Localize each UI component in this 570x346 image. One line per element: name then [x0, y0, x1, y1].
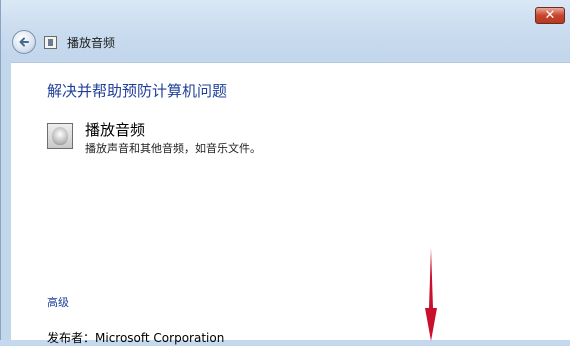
back-button[interactable]: [12, 30, 36, 54]
annotation-arrow-icon: [425, 248, 437, 341]
advanced-link[interactable]: 高级: [47, 294, 69, 310]
speaker-icon: [47, 123, 73, 149]
content-pane: 解决并帮助预防计算机问题 播放音频 播放声音和其他音频，如音乐文件。 高级 发布…: [11, 62, 570, 345]
close-icon: ✕: [544, 8, 556, 23]
page-heading: 解决并帮助预防计算机问题: [47, 82, 228, 100]
troubleshooter-window: ✕ 播放音频 解决并帮助预防计算机问题 播放音频 播放声音和其他音频，如音乐文件…: [0, 0, 570, 345]
close-button[interactable]: ✕: [535, 7, 565, 24]
troubleshooter-icon: [44, 36, 57, 49]
item-title: 播放音频: [85, 121, 146, 139]
item-description: 播放声音和其他音频，如音乐文件。: [85, 142, 261, 155]
window-title: 播放音频: [67, 36, 116, 50]
publisher-text: 发布者：Microsoft Corporation: [47, 331, 225, 345]
back-arrow-icon: [19, 37, 29, 47]
